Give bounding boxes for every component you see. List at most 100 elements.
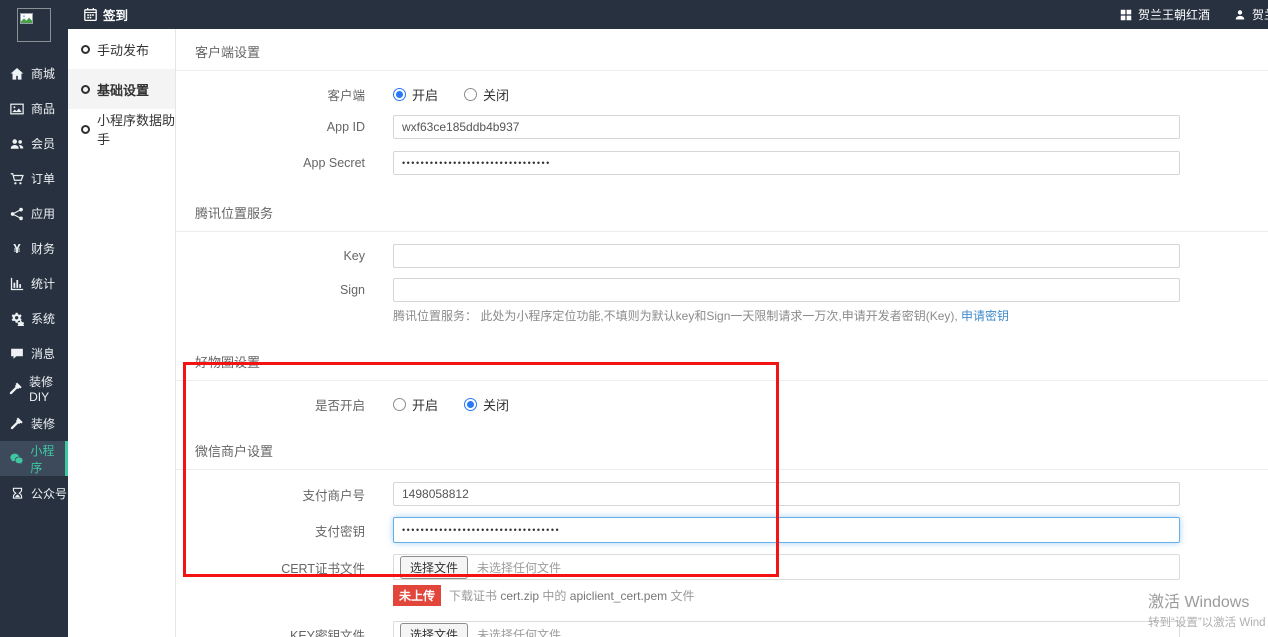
user-icon (1234, 9, 1246, 21)
user-name: 贺兰王朝红酒 (1252, 6, 1268, 23)
image-icon (9, 102, 25, 116)
th-large-icon (1120, 9, 1132, 21)
field-label: Sign (176, 283, 365, 297)
not-uploaded-badge: 未上传 (393, 585, 441, 606)
app-id-row: App ID (176, 115, 1268, 139)
sidebar-item-finance[interactable]: ¥ 财务 (0, 231, 68, 266)
key-file-row: KEY密钥文件 选择文件 未选择任何文件 (176, 621, 1268, 637)
sidebar-item-apps[interactable]: 应用 (0, 196, 68, 231)
sidebar-item-label: 财务 (31, 240, 55, 257)
radio-icon (393, 88, 406, 101)
radio-label: 开启 (412, 85, 438, 104)
hammer-icon (9, 417, 25, 431)
admin-app: 签到 贺兰王朝红酒 贺兰王朝红酒 商城 (0, 0, 1268, 637)
circle-o-icon (81, 45, 90, 54)
app-id-input[interactable] (393, 115, 1180, 139)
radio-label: 关闭 (483, 395, 509, 414)
home-icon (9, 67, 25, 81)
key-input[interactable] (393, 244, 1180, 268)
sidebar-item-label: 会员 (31, 135, 55, 152)
tab-signin-label: 签到 (103, 5, 128, 24)
logo[interactable] (17, 8, 51, 42)
cart-icon (9, 172, 25, 186)
sidebar-item-label: 商城 (31, 65, 55, 82)
section-title-client-settings: 客户端设置 (176, 29, 1268, 71)
sidebar-item-decor-diy[interactable]: 装修DIY (0, 371, 68, 406)
sidebar-nav: 商城 商品 会员 订单 应用 ¥ 财务 (0, 56, 68, 511)
section-title-tencent-location: 腾讯位置服务 (176, 190, 1268, 232)
client-off-radio[interactable]: 关闭 (464, 85, 509, 104)
sign-input[interactable] (393, 278, 1180, 302)
gears-icon (9, 312, 25, 326)
sign-help-text: 腾讯位置服务： 此处为小程序定位功能,不填则为默认key和Sign一天限制请求一… (393, 307, 1268, 324)
users-icon (9, 137, 25, 151)
merchant-id-input[interactable] (393, 482, 1180, 506)
field-label: App ID (176, 120, 365, 134)
pay-secret-input[interactable] (393, 517, 1180, 543)
section-title-wechat-merchant: 微信商户设置 (176, 428, 1268, 470)
yen-icon: ¥ (9, 242, 25, 255)
main-content: 客户端设置 客户端 开启 关闭 App ID (176, 29, 1268, 637)
sidebar-item-decor[interactable]: 装修 (0, 406, 68, 441)
choose-file-button[interactable]: 选择文件 (400, 556, 468, 579)
submenu-item-manual-publish[interactable]: 手动发布 (68, 29, 175, 69)
submenu-item-data-assistant[interactable]: 小程序数据助手 (68, 109, 175, 149)
field-label: 支付商户号 (176, 485, 365, 504)
sign-row: Sign (176, 278, 1268, 302)
sidebar-item-shop[interactable]: 商城 (0, 56, 68, 91)
client-toggle-row: 客户端 开启 关闭 (176, 85, 1268, 104)
key-row: Key (176, 244, 1268, 268)
submenu-item-basic-settings[interactable]: 基础设置 (68, 69, 175, 109)
sidebar-item-orders[interactable]: 订单 (0, 161, 68, 196)
sidebar-item-stats[interactable]: 统计 (0, 266, 68, 301)
tab-signin[interactable]: 签到 (84, 0, 128, 29)
cert-file-note: 未上传 下载证书 cert.zip 中的 apiclient_cert.pem … (393, 585, 1268, 606)
client-on-radio[interactable]: 开启 (393, 85, 438, 104)
apply-key-link[interactable]: 申请密钥 (961, 309, 1009, 323)
submenu-item-label: 小程序数据助手 (97, 110, 175, 148)
sidebar-item-label: 统计 (31, 275, 55, 292)
radio-label: 关闭 (483, 85, 509, 104)
sidebar-item-label: 装修DIY (29, 373, 68, 404)
app-secret-row: App Secret (176, 151, 1268, 175)
help-text: 腾讯位置服务： 此处为小程序定位功能,不填则为默认key和Sign一天限制请求一… (393, 309, 958, 323)
choose-file-button[interactable]: 选择文件 (400, 623, 468, 637)
radio-icon (464, 88, 477, 101)
sidebar-item-goods[interactable]: 商品 (0, 91, 68, 126)
radio-label: 开启 (412, 395, 438, 414)
sidebar-item-label: 装修 (31, 415, 55, 432)
shop-name: 贺兰王朝红酒 (1138, 6, 1210, 23)
shop-link[interactable]: 贺兰王朝红酒 (1120, 6, 1210, 23)
broken-image-icon (20, 13, 33, 24)
sidebar-item-label: 订单 (31, 170, 55, 187)
cert-file-input[interactable]: 选择文件 未选择任何文件 (393, 554, 1180, 580)
circle-o-icon (81, 85, 90, 94)
field-label: 客户端 (176, 85, 365, 104)
sidebar-item-messages[interactable]: 消息 (0, 336, 68, 371)
circle-o-icon (81, 125, 90, 134)
app-secret-input[interactable] (393, 151, 1180, 175)
merchant-id-row: 支付商户号 (176, 482, 1268, 506)
top-bar: 签到 贺兰王朝红酒 贺兰王朝红酒 (0, 0, 1268, 29)
secondary-sidebar: 手动发布 基础设置 小程序数据助手 (68, 29, 176, 637)
user-menu[interactable]: 贺兰王朝红酒 (1234, 6, 1268, 23)
cert-note-text: 下载证书 cert.zip 中的 apiclient_cert.pem 文件 (449, 587, 695, 604)
field-label: 是否开启 (176, 395, 365, 414)
sidebar-item-members[interactable]: 会员 (0, 126, 68, 161)
hourglass-icon (9, 487, 25, 501)
comment-icon (9, 347, 25, 361)
sidebar-item-label: 小程序 (30, 442, 65, 476)
sidebar-item-label: 商品 (31, 100, 55, 117)
sidebar-item-official-account[interactable]: 公众号 (0, 476, 68, 511)
field-label: App Secret (176, 156, 365, 170)
sidebar-item-label: 消息 (31, 345, 55, 362)
radio-icon (464, 398, 477, 411)
sidebar-item-label: 应用 (31, 205, 55, 222)
circle-off-radio[interactable]: 关闭 (464, 395, 509, 414)
section-title-good-circle: 好物圈设置 (176, 339, 1268, 381)
key-file-input[interactable]: 选择文件 未选择任何文件 (393, 621, 1180, 637)
sidebar-item-system[interactable]: 系统 (0, 301, 68, 336)
field-label: Key (176, 249, 365, 263)
sidebar-item-miniprogram[interactable]: 小程序 (0, 441, 68, 476)
circle-on-radio[interactable]: 开启 (393, 395, 438, 414)
